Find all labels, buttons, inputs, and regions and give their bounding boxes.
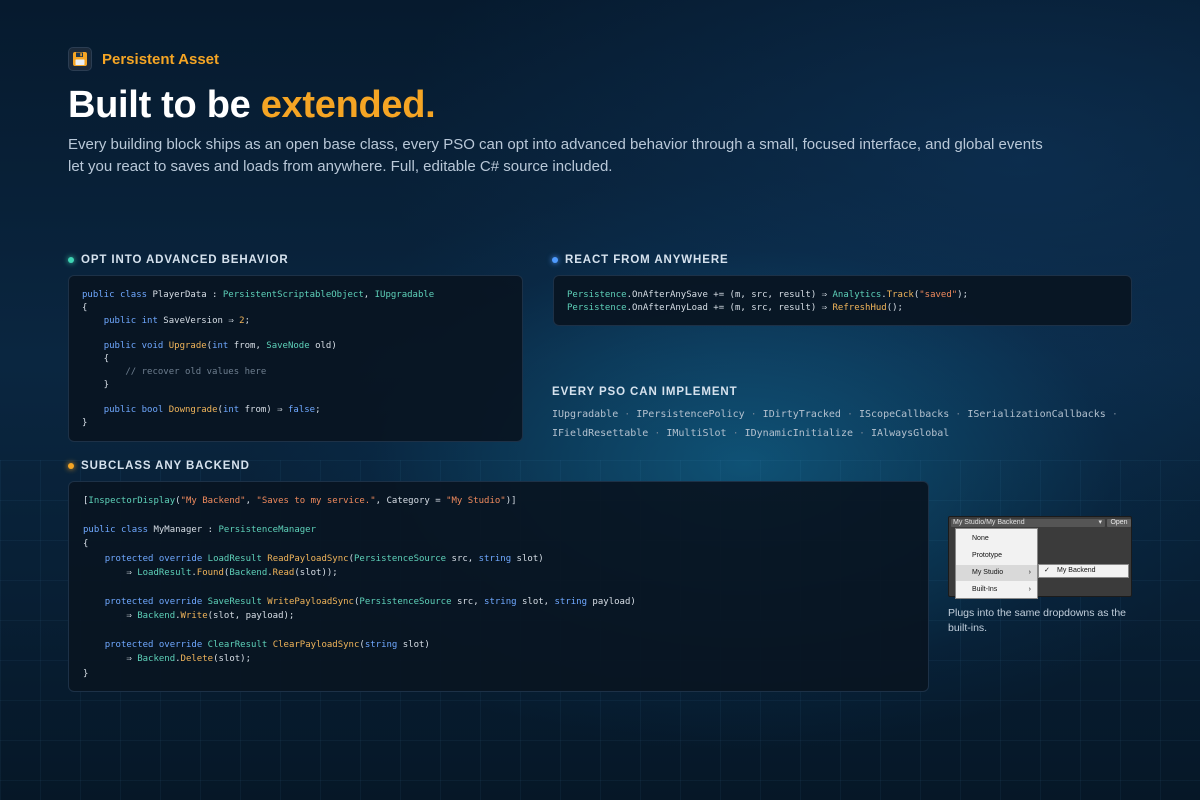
section-label: REACT FROM ANYWHERE bbox=[565, 254, 729, 266]
dropdown-menu: None Prototype My Studio › Built-Ins › bbox=[955, 528, 1038, 599]
brand-logo: Persistent Asset bbox=[68, 46, 219, 72]
backend-dropdown: My Studio/My Backend ▾ Open None Prototy… bbox=[948, 516, 1132, 599]
section-dot bbox=[68, 463, 74, 469]
section-react-heading: REACT FROM ANYWHERE bbox=[552, 254, 729, 266]
react-code: Persistence.OnAfterAnySave += (m, src, r… bbox=[567, 290, 969, 313]
brand-name: Persistent Asset bbox=[102, 50, 219, 68]
section-dot bbox=[68, 257, 74, 263]
page-title: Built to be extended. bbox=[68, 84, 436, 127]
section-label: OPT INTO ADVANCED BEHAVIOR bbox=[81, 254, 289, 266]
chevron-right-icon: › bbox=[1028, 586, 1031, 593]
section-advanced-heading: OPT INTO ADVANCED BEHAVIOR bbox=[68, 254, 289, 266]
interface-row: IFieldResettable · IMultiSlot · IDynamicInit… bbox=[552, 428, 950, 439]
menu-item-prototype[interactable]: Prototype bbox=[956, 548, 1037, 564]
submenu-item-label: My Backend bbox=[1057, 567, 1096, 574]
dropdown-caption: Plugs into the same dropdowns as the bui… bbox=[948, 607, 1127, 634]
interface-row: IUpgradable · IPersistencePolicy · IDirtyTra… bbox=[552, 409, 1118, 420]
section-backend-heading: SUBCLASS ANY BACKEND bbox=[68, 460, 250, 472]
menu-item-my-studio[interactable]: My Studio › bbox=[956, 565, 1037, 581]
section-label: SUBCLASS ANY BACKEND bbox=[81, 460, 250, 472]
title-prefix: Built to be bbox=[68, 84, 261, 126]
backend-code-panel: [InspectorDisplay("My Backend", "Saves t… bbox=[68, 481, 929, 692]
section-dot bbox=[552, 257, 558, 263]
dropdown-field[interactable]: My Studio/My Backend ▾ bbox=[951, 519, 1105, 527]
checkmark-icon: ✓ bbox=[1044, 567, 1050, 574]
menu-item-label: Built-Ins bbox=[972, 586, 998, 593]
section-label: EVERY PSO CAN IMPLEMENT bbox=[552, 386, 738, 398]
react-code-panel: Persistence.OnAfterAnySave += (m, src, r… bbox=[553, 275, 1132, 326]
backend-code: [InspectorDisplay("My Backend", "Saves t… bbox=[83, 496, 636, 679]
advanced-code-panel: public class PlayerData : PersistentScri… bbox=[68, 275, 523, 442]
page-description: Every building block ships as an open ba… bbox=[68, 136, 1043, 175]
chevron-right-icon: › bbox=[1028, 569, 1031, 576]
title-accent: extended. bbox=[260, 84, 436, 126]
advanced-code: public class PlayerData : PersistentScri… bbox=[82, 290, 435, 428]
open-button[interactable]: Open bbox=[1107, 519, 1131, 527]
chevron-down-icon: ▾ bbox=[1098, 519, 1102, 526]
floppy-disk-icon bbox=[68, 47, 92, 71]
submenu-my-backend[interactable]: ✓ My Backend bbox=[1038, 564, 1129, 578]
section-implement-heading: EVERY PSO CAN IMPLEMENT bbox=[552, 386, 738, 398]
dropdown-selected: My Studio/My Backend bbox=[953, 519, 1025, 526]
menu-item-none[interactable]: None bbox=[956, 531, 1037, 547]
menu-item-built-ins[interactable]: Built-Ins › bbox=[956, 582, 1037, 598]
interface-list: IUpgradable · IPersistencePolicy · IDirtyTra… bbox=[552, 405, 1152, 443]
menu-item-label: My Studio bbox=[972, 569, 1004, 576]
